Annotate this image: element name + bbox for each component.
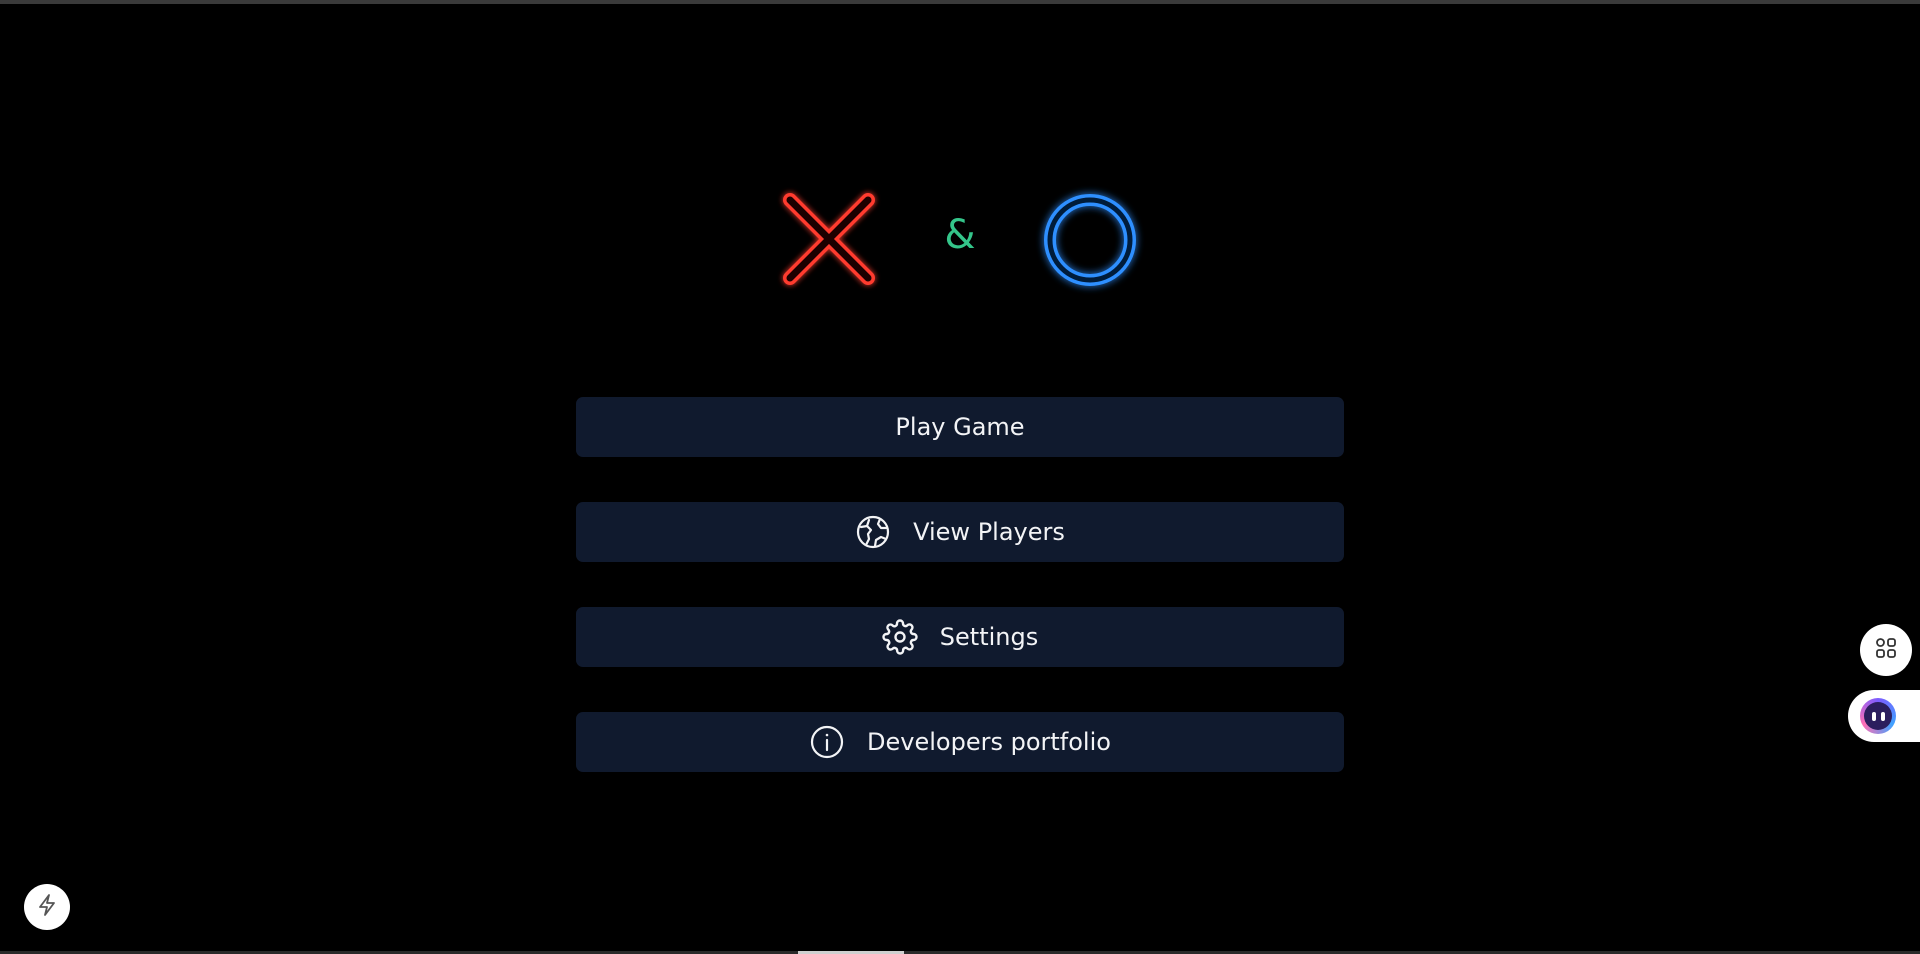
grid-widget-button[interactable]: [1860, 624, 1912, 676]
lightning-button[interactable]: [24, 884, 70, 930]
gear-icon: [882, 619, 918, 655]
main-menu: Play Game View Players Settings Develope…: [576, 397, 1344, 817]
info-icon: [809, 724, 845, 760]
o-mark-icon: [1044, 194, 1136, 286]
developers-portfolio-button[interactable]: Developers portfolio: [576, 712, 1344, 772]
assistant-widget-button[interactable]: [1848, 690, 1920, 742]
x-mark-icon: [783, 193, 875, 285]
logo-ampersand: &: [944, 212, 976, 258]
assistant-bot-icon: [1860, 698, 1896, 734]
lightning-icon: [36, 893, 58, 921]
main-menu-screen: & Play Game View Players Settings Develo…: [0, 0, 1920, 954]
settings-label: Settings: [939, 623, 1039, 651]
view-players-label: View Players: [913, 518, 1065, 546]
developers-portfolio-label: Developers portfolio: [867, 728, 1111, 756]
grid-icon: [1874, 636, 1898, 664]
globe-icon: [855, 514, 891, 550]
play-game-button[interactable]: Play Game: [576, 397, 1344, 457]
play-game-label: Play Game: [895, 413, 1025, 441]
window-top-edge: [0, 0, 1920, 4]
settings-button[interactable]: Settings: [576, 607, 1344, 667]
view-players-button[interactable]: View Players: [576, 502, 1344, 562]
